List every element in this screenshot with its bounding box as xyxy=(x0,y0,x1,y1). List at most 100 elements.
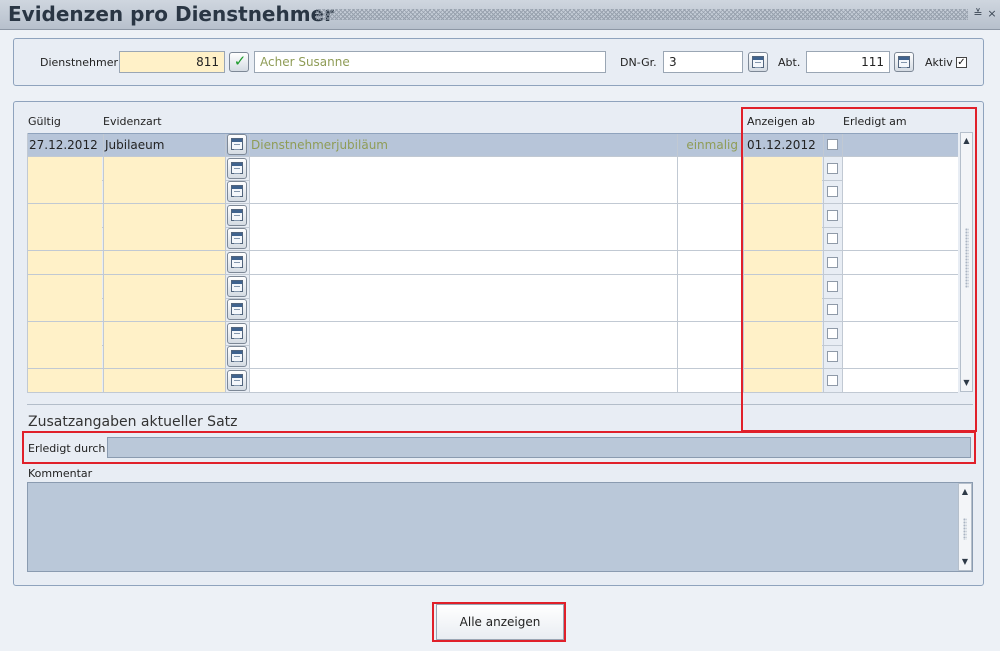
column-separator xyxy=(103,369,104,393)
art-cell xyxy=(677,157,742,181)
beschreibung-cell xyxy=(249,204,677,228)
column-separator xyxy=(103,227,104,251)
art-cell xyxy=(677,180,742,204)
column-separator xyxy=(249,322,250,346)
window-titlebar: Evidenzen pro Dienstnehmer ≚ × xyxy=(0,0,1000,30)
evidenzart-picker-button[interactable] xyxy=(227,346,247,367)
column-separator xyxy=(225,251,226,275)
gueltig-cell[interactable] xyxy=(27,345,102,369)
column-separator xyxy=(103,251,104,275)
kommentar-label: Kommentar xyxy=(28,467,93,480)
employee-header-panel: Dienstnehmer 811 ✓ Acher Susanne DN-Gr. … xyxy=(13,38,984,86)
evidenzart-cell[interactable] xyxy=(103,275,225,299)
evidenzart-cell[interactable] xyxy=(103,322,225,346)
dienstnehmer-confirm-button[interactable]: ✓ xyxy=(229,52,249,72)
calendar-list-icon xyxy=(231,256,243,268)
beschreibung-cell xyxy=(249,275,677,299)
gueltig-cell[interactable] xyxy=(27,275,102,299)
column-separator xyxy=(677,251,678,275)
gueltig-cell[interactable] xyxy=(27,157,102,181)
titlebar-pattern xyxy=(316,9,968,20)
column-separator xyxy=(677,157,678,181)
gueltig-cell[interactable] xyxy=(27,204,102,228)
evidenzart-picker-button[interactable] xyxy=(227,323,247,344)
evidenzart-picker-button[interactable] xyxy=(227,181,247,202)
column-separator xyxy=(677,227,678,251)
art-cell xyxy=(677,251,742,275)
details-section-title: Zusatzangaben aktueller Satz xyxy=(28,414,238,430)
scroll-grip[interactable] xyxy=(963,518,967,540)
scroll-up-icon[interactable]: ▲ xyxy=(959,486,971,498)
abt-label: Abt. xyxy=(778,56,801,69)
aktiv-checkbox[interactable]: ✓ xyxy=(956,57,967,68)
gueltig-cell[interactable] xyxy=(27,298,102,322)
gueltig-cell[interactable] xyxy=(27,180,102,204)
kommentar-textarea[interactable] xyxy=(27,482,973,572)
beschreibung-cell xyxy=(249,322,677,346)
art-cell: einmalig xyxy=(686,138,738,152)
evidenzart-picker-button[interactable] xyxy=(227,158,247,179)
column-separator xyxy=(225,345,226,369)
evidenzart-cell[interactable] xyxy=(103,157,225,181)
close-button[interactable]: × xyxy=(986,7,998,21)
evidenzart-picker-button[interactable] xyxy=(227,252,247,273)
evidenzart-picker-button[interactable] xyxy=(227,370,247,391)
column-separator xyxy=(249,204,250,228)
calendar-list-icon xyxy=(231,350,243,362)
evidenzart-picker-button[interactable] xyxy=(227,276,247,297)
column-separator xyxy=(249,133,250,157)
art-cell xyxy=(677,204,742,228)
evidenzart-cell[interactable] xyxy=(103,369,225,393)
column-separator xyxy=(225,204,226,228)
column-separator xyxy=(677,180,678,204)
column-separator xyxy=(103,157,104,181)
column-separator xyxy=(677,345,678,369)
abt-picker-button[interactable] xyxy=(894,52,914,72)
evidenzart-cell[interactable] xyxy=(103,180,225,204)
dn-gr-field[interactable]: 3 xyxy=(663,51,743,73)
gueltig-cell[interactable] xyxy=(27,322,102,346)
gueltig-cell[interactable] xyxy=(27,251,102,275)
evidenzart-cell[interactable] xyxy=(103,227,225,251)
art-cell xyxy=(677,298,742,322)
art-cell xyxy=(677,227,742,251)
column-separator xyxy=(677,204,678,228)
column-separator xyxy=(249,157,250,181)
beschreibung-cell xyxy=(249,157,677,181)
evidenzart-cell[interactable] xyxy=(103,298,225,322)
column-separator xyxy=(249,180,250,204)
gueltig-cell[interactable] xyxy=(27,227,102,251)
column-separator xyxy=(677,275,678,299)
scroll-down-icon[interactable]: ▼ xyxy=(959,556,971,568)
evidenzart-cell[interactable] xyxy=(103,345,225,369)
gueltig-cell[interactable]: 27.12.2012 xyxy=(27,133,102,157)
evidenzart-cell[interactable]: Jubilaeum xyxy=(103,133,225,157)
evidenzart-cell[interactable] xyxy=(103,204,225,228)
kommentar-scrollbar[interactable]: ▲ ▼ xyxy=(958,483,972,571)
highlight-box-erledigt-durch xyxy=(22,431,976,464)
beschreibung-cell: Dienstnehmerjubiläum xyxy=(251,138,388,152)
calendar-list-icon xyxy=(231,138,243,150)
column-separator xyxy=(103,133,104,157)
dn-gr-picker-button[interactable] xyxy=(748,52,768,72)
column-separator xyxy=(225,298,226,322)
evidenzart-cell[interactable] xyxy=(103,251,225,275)
art-cell xyxy=(677,345,742,369)
column-separator xyxy=(103,345,104,369)
evidenzart-picker-button[interactable] xyxy=(227,228,247,249)
minimize-button[interactable]: ≚ xyxy=(972,7,984,21)
dienstnehmer-name-field[interactable]: Acher Susanne xyxy=(254,51,606,73)
beschreibung-cell xyxy=(249,227,677,251)
highlight-box-alle-anzeigen xyxy=(432,602,566,642)
gueltig-cell[interactable] xyxy=(27,369,102,393)
grid-left-border xyxy=(27,133,28,392)
calendar-list-icon xyxy=(898,56,910,68)
dienstnehmer-number-field[interactable]: 811 xyxy=(119,51,225,73)
calendar-list-icon xyxy=(752,56,764,68)
evidenzart-picker-button[interactable] xyxy=(227,205,247,226)
evidenzart-picker-button[interactable] xyxy=(227,134,247,155)
column-separator xyxy=(249,298,250,322)
evidenzart-picker-button[interactable] xyxy=(227,299,247,320)
highlight-box-anzeigen-erledigt xyxy=(741,107,977,432)
abt-field[interactable]: 111 xyxy=(806,51,890,73)
